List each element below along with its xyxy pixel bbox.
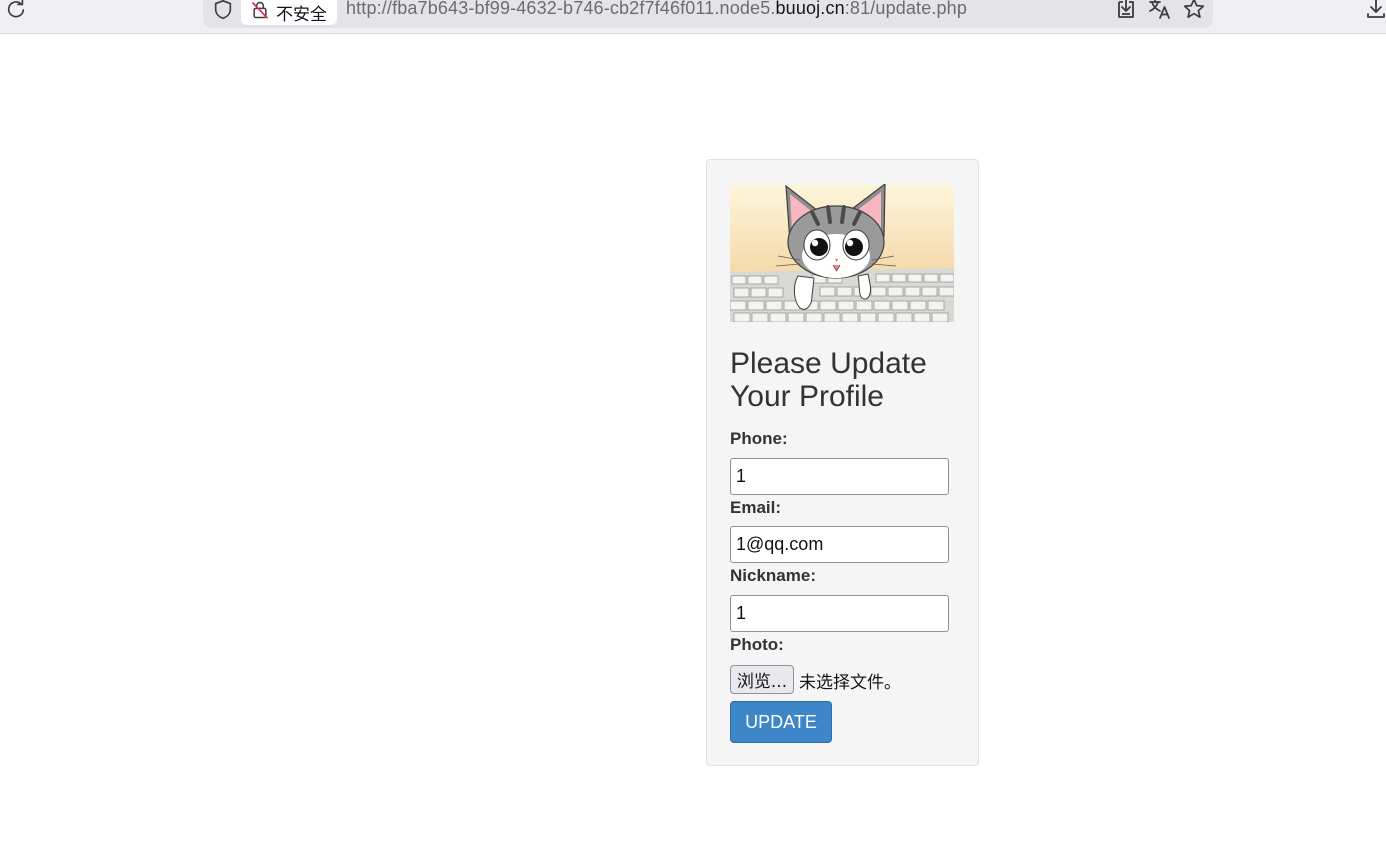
email-label: Email:: [730, 498, 782, 517]
bookmark-star-icon[interactable]: [1182, 0, 1206, 21]
translate-icon[interactable]: [1148, 0, 1172, 21]
security-indicator[interactable]: 不安全: [241, 0, 337, 25]
phone-field[interactable]: [730, 458, 949, 495]
insecure-lock-icon: [251, 1, 269, 19]
profile-picture: [730, 184, 954, 322]
phone-label: Phone:: [730, 429, 788, 448]
nickname-field[interactable]: [730, 595, 949, 632]
email-field[interactable]: [730, 526, 949, 563]
security-label: 不安全: [276, 5, 327, 25]
downloads-icon[interactable]: [1364, 0, 1386, 21]
url-suffix: :81/update.php: [844, 0, 967, 18]
browse-file-button[interactable]: 浏览...: [730, 665, 794, 694]
shield-icon[interactable]: [212, 0, 234, 21]
page-title: Please Update Your Profile: [730, 347, 927, 413]
reload-icon[interactable]: [5, 0, 27, 20]
url-domain: buuoj.cn: [775, 0, 845, 18]
browser-toolbar: 不安全 http://fba7b643-bf99-4632-b746-cb2f7…: [0, 0, 1386, 34]
no-file-selected-text: 未选择文件。: [799, 673, 901, 693]
save-page-icon[interactable]: [1114, 0, 1138, 21]
url-text[interactable]: http://fba7b643-bf99-4632-b746-cb2f7f46f…: [346, 0, 967, 19]
update-button[interactable]: UPDATE: [730, 701, 832, 743]
photo-label: Photo:: [730, 635, 784, 654]
url-prefix: http://fba7b643-bf99-4632-b746-cb2f7f46f…: [346, 0, 776, 18]
nickname-label: Nickname:: [730, 566, 816, 585]
